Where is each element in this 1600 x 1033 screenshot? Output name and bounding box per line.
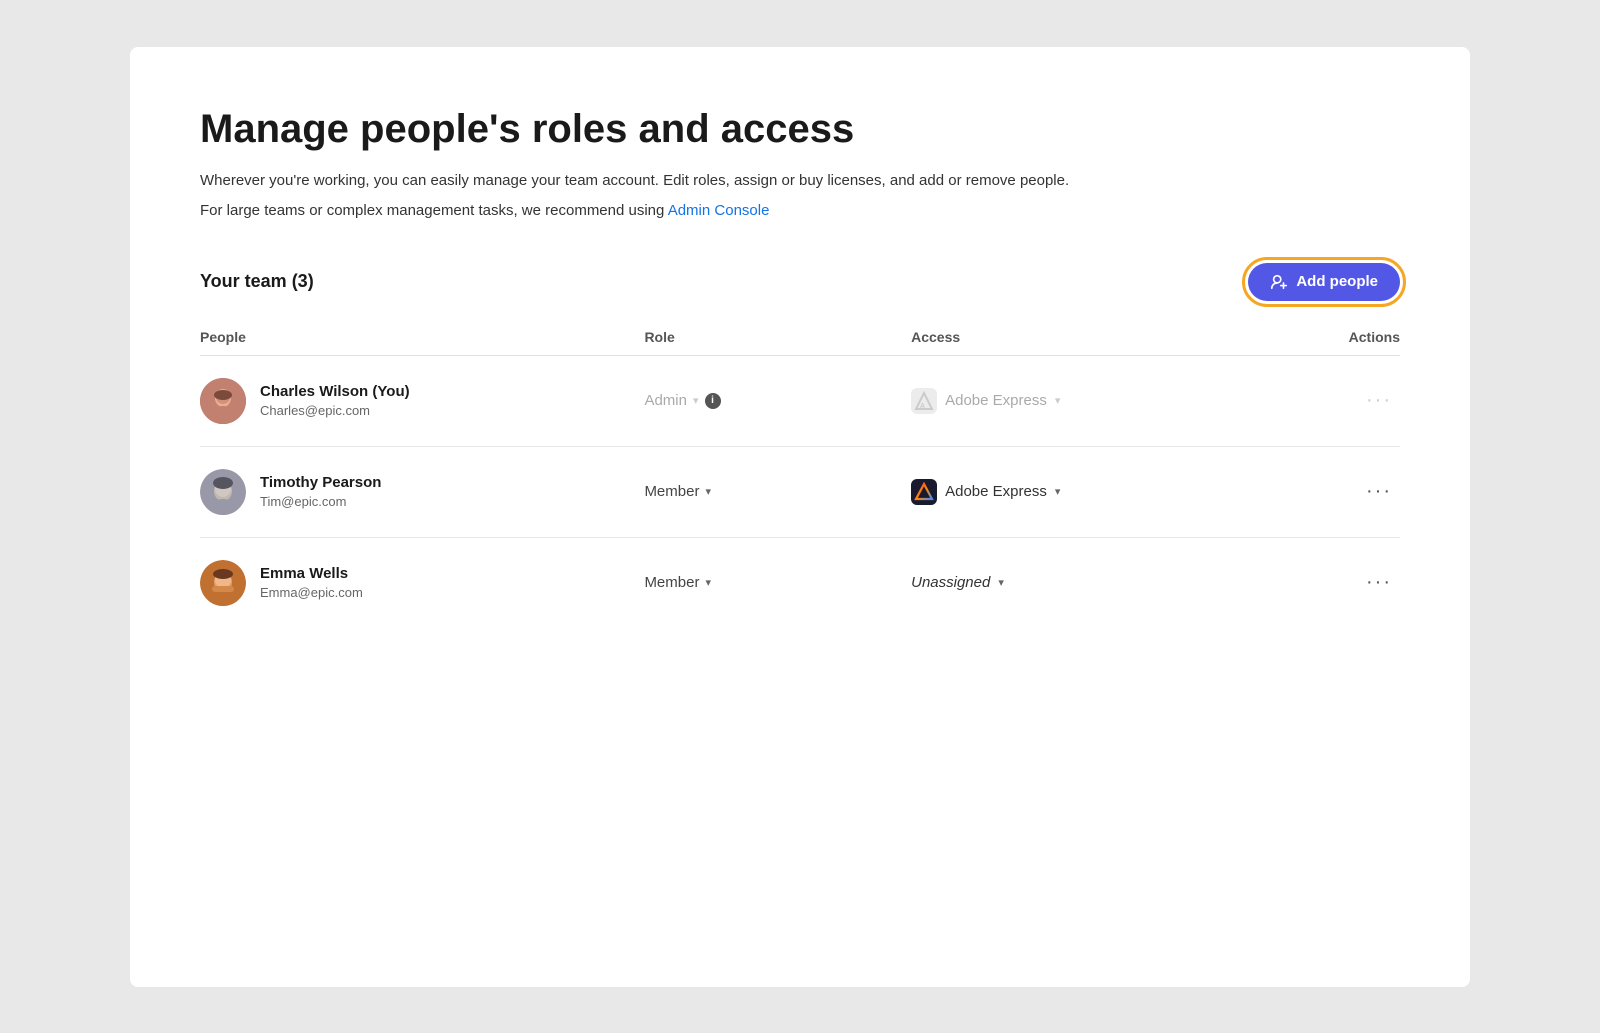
description-line1: Wherever you're working, you can easily …	[200, 169, 1400, 193]
avatar-charles	[200, 378, 246, 424]
person-email-charles: Charles@epic.com	[260, 403, 410, 418]
access-cell-timothy: Adobe Express ▾	[911, 479, 1244, 505]
avatar-image-timothy	[200, 469, 246, 515]
col-actions: Actions	[1244, 329, 1400, 345]
person-cell-timothy: Timothy Pearson Tim@epic.com	[200, 469, 644, 515]
actions-cell-emma: ···	[1244, 567, 1400, 598]
avatar-emma	[200, 560, 246, 606]
role-cell-timothy: Member ▾	[644, 483, 911, 500]
col-people: People	[200, 329, 644, 345]
table-header-row: People Role Access Actions	[200, 329, 1400, 356]
role-chevron-timothy[interactable]: ▾	[705, 485, 711, 498]
access-cell-emma: Unassigned ▾	[911, 574, 1244, 591]
team-header: Your team (3) Add people	[200, 263, 1400, 301]
access-label-timothy: Adobe Express	[945, 483, 1047, 500]
table-row: Charles Wilson (You) Charles@epic.com Ad…	[200, 356, 1400, 447]
info-icon-charles[interactable]: i	[705, 393, 721, 409]
add-people-button[interactable]: Add people	[1248, 263, 1400, 301]
role-chevron-charles[interactable]: ▾	[693, 394, 699, 407]
avatar-timothy	[200, 469, 246, 515]
role-chevron-emma[interactable]: ▾	[705, 576, 711, 589]
access-label-emma: Unassigned	[911, 574, 990, 591]
actions-cell-timothy: ···	[1244, 476, 1400, 507]
person-info-timothy: Timothy Pearson Tim@epic.com	[260, 474, 381, 509]
access-label-charles: Adobe Express	[945, 392, 1047, 409]
role-cell-charles: Admin ▾ i	[644, 392, 911, 409]
page-title: Manage people's roles and access	[200, 107, 1400, 151]
team-title: Your team (3)	[200, 271, 314, 292]
avatar-image-charles	[200, 378, 246, 424]
col-access: Access	[911, 329, 1244, 345]
adobe-icon-timothy	[911, 479, 937, 505]
person-info-charles: Charles Wilson (You) Charles@epic.com	[260, 383, 410, 418]
person-email-timothy: Tim@epic.com	[260, 494, 381, 509]
ae-logo-charles: A	[914, 391, 934, 411]
person-name-timothy: Timothy Pearson	[260, 474, 381, 491]
adobe-icon-charles: A	[911, 388, 937, 414]
svg-text:A: A	[920, 403, 925, 410]
admin-console-link[interactable]: Admin Console	[668, 202, 770, 219]
more-actions-charles[interactable]: ···	[1358, 385, 1400, 416]
access-chevron-timothy[interactable]: ▾	[1055, 485, 1061, 498]
access-chevron-charles[interactable]: ▾	[1055, 394, 1061, 407]
access-cell-charles: A Adobe Express ▾	[911, 388, 1244, 414]
access-chevron-emma[interactable]: ▾	[998, 576, 1004, 589]
table-row: Emma Wells Emma@epic.com Member ▾ Unassi…	[200, 538, 1400, 628]
person-email-emma: Emma@epic.com	[260, 585, 363, 600]
add-person-icon	[1270, 273, 1288, 291]
person-name-charles: Charles Wilson (You)	[260, 383, 410, 400]
description-line2: For large teams or complex management ta…	[200, 199, 1400, 223]
role-label-timothy: Member	[644, 483, 699, 500]
person-cell-charles: Charles Wilson (You) Charles@epic.com	[200, 378, 644, 424]
main-card: Manage people's roles and access Whereve…	[130, 47, 1470, 987]
person-name-emma: Emma Wells	[260, 565, 363, 582]
avatar-image-emma	[200, 560, 246, 606]
table-row: Timothy Pearson Tim@epic.com Member ▾	[200, 447, 1400, 538]
person-cell-emma: Emma Wells Emma@epic.com	[200, 560, 644, 606]
person-info-emma: Emma Wells Emma@epic.com	[260, 565, 363, 600]
ae-logo-timothy	[914, 482, 934, 502]
col-role: Role	[644, 329, 911, 345]
role-cell-emma: Member ▾	[644, 574, 911, 591]
role-label-emma: Member	[644, 574, 699, 591]
role-label-charles: Admin	[644, 392, 687, 409]
more-actions-emma[interactable]: ···	[1358, 567, 1400, 598]
more-actions-timothy[interactable]: ···	[1358, 476, 1400, 507]
actions-cell-charles: ···	[1244, 385, 1400, 416]
